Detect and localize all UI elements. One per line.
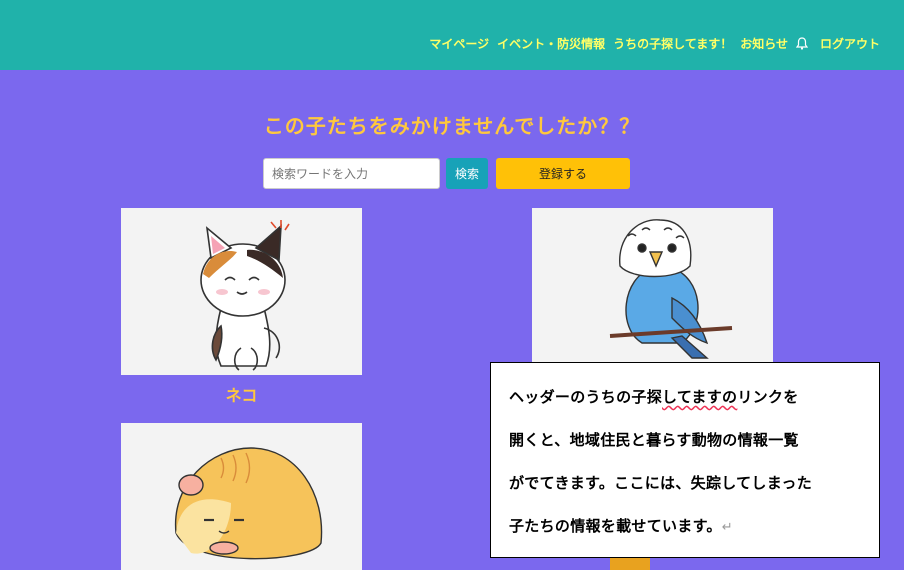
note-text: リンクを [737, 388, 799, 406]
budgie-image [609, 219, 733, 359]
note-line-4: 子たちの情報を載せています。↵ [509, 505, 863, 549]
note-line-3: がでてきます。ここには、失踪してしまった [509, 474, 813, 492]
note-text: ヘッダーのうちの子探 [509, 388, 663, 406]
page-title: この子たちをみかけませんでしたか？？ [263, 114, 641, 138]
partial-animal-image [610, 556, 650, 570]
animal-card-hamster[interactable] [121, 423, 362, 570]
animal-name-cat: ネコ [225, 386, 258, 405]
register-button[interactable]: 登録する [496, 158, 630, 189]
return-mark-icon: ↵ [721, 520, 733, 535]
hamster-image [174, 447, 323, 560]
annotation-note: ヘッダーのうちの子探してますのリンクを 開くと、地域住民と暮らす動物の情報一覧 … [490, 362, 880, 558]
cat-image [200, 220, 290, 371]
animal-card-budgie[interactable] [532, 208, 773, 368]
search-input[interactable] [263, 158, 440, 189]
nav-events[interactable]: イベント・防災情報 [497, 35, 605, 52]
note-line-1: ヘッダーのうちの子探してますのリンクを [509, 376, 863, 419]
nav-lost-pets[interactable]: うちの子探してます！ [613, 35, 732, 52]
header-nav: マイページ イベント・防災情報 うちの子探してます！ お知らせ ログアウト [429, 35, 880, 52]
search-button[interactable]: 検索 [446, 158, 488, 189]
nav-news[interactable]: お知らせ [740, 35, 788, 52]
nav-mypage[interactable]: マイページ [429, 35, 489, 52]
note-text: 子たちの情報を載せています。 [509, 517, 722, 535]
animal-card-cat[interactable] [121, 208, 362, 375]
nav-logout[interactable]: ログアウト [820, 35, 880, 52]
note-text-misspelled: してますの [662, 388, 738, 406]
site-header: マイページ イベント・防災情報 うちの子探してます！ お知らせ ログアウト [0, 0, 904, 70]
bell-icon[interactable] [795, 37, 808, 50]
note-line-2: 開くと、地域住民と暮らす動物の情報一覧 [509, 431, 799, 449]
